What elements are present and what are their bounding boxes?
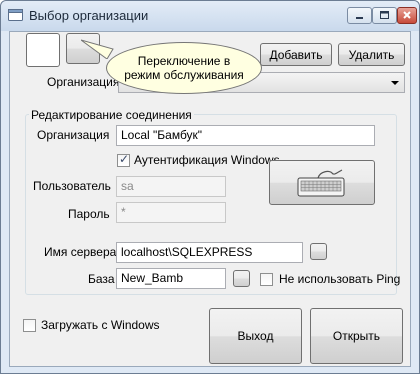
db-browse-button[interactable] — [233, 270, 250, 287]
tooltip-line-1: Переключение в — [137, 54, 231, 68]
server-browse-button[interactable] — [310, 243, 327, 260]
org-select-label: Организация — [47, 75, 120, 89]
window-icon — [8, 9, 23, 21]
user-field[interactable]: sa — [116, 176, 226, 197]
add-button[interactable]: Добавить — [260, 43, 332, 66]
tooltip-line-2: режим обслуживания — [124, 68, 244, 82]
no-ping-checkbox[interactable] — [260, 273, 273, 286]
close-button[interactable] — [397, 7, 417, 24]
server-label: Имя сервера — [44, 245, 117, 259]
load-windows-label: Загружать с Windows — [41, 318, 160, 332]
user-label: Пользователь — [33, 179, 111, 193]
service-mode-tooltip: Переключение в режим обслуживания — [106, 42, 262, 94]
org-image-button[interactable] — [26, 33, 60, 67]
connection-group-title: Редактирование соединения — [29, 108, 194, 122]
windows-auth-label: Аутентификация Windows — [134, 153, 280, 167]
delete-button[interactable]: Удалить — [338, 43, 405, 66]
title-bar[interactable]: Выбор организации — [1, 1, 419, 31]
window-title: Выбор организации — [29, 8, 149, 23]
close-icon — [403, 11, 411, 19]
db-label: База — [88, 272, 115, 286]
connection-org-label: Организация — [37, 128, 110, 142]
chevron-down-icon — [391, 81, 399, 85]
keyboard-icon — [297, 168, 345, 196]
keyboard-button[interactable] — [269, 160, 375, 205]
password-field[interactable]: * — [116, 202, 226, 223]
main-window: Выбор организации Добавить Удалить Орган… — [0, 0, 420, 374]
connection-org-field[interactable]: Local "Бамбук" — [116, 125, 375, 146]
load-windows-checkbox[interactable] — [23, 319, 36, 332]
no-ping-label: Не использовать Ping — [279, 272, 401, 286]
windows-auth-checkbox[interactable] — [117, 152, 130, 167]
db-field[interactable]: New_Bamb — [116, 268, 226, 289]
minimize-button[interactable] — [347, 7, 372, 24]
server-field[interactable]: localhost\SQLEXPRESS — [116, 242, 303, 263]
maximize-button[interactable] — [372, 7, 397, 24]
maximize-icon — [380, 11, 389, 19]
open-button[interactable]: Открыть — [310, 308, 403, 364]
password-label: Пароль — [68, 207, 110, 221]
exit-button[interactable]: Выход — [209, 308, 302, 364]
minimize-icon — [356, 17, 363, 19]
